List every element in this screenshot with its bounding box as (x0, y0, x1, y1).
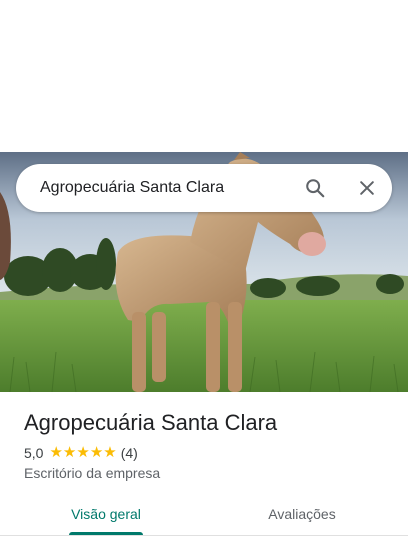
search-icon (306, 179, 325, 198)
close-icon (360, 181, 374, 195)
search-bar[interactable]: Agropecuária Santa Clara (16, 164, 392, 212)
star-icon: ★ (76, 444, 90, 461)
place-category: Escritório da empresa (24, 465, 161, 481)
tab-divider (0, 535, 408, 536)
place-title: Agropecuária Santa Clara (24, 410, 278, 435)
star-icon: ★ (89, 444, 104, 461)
star-rating: ★ ★ ★ ★ ★ (49, 445, 116, 461)
search-button[interactable] (303, 176, 327, 200)
star-icon: ★ (62, 444, 77, 461)
search-input[interactable]: Agropecuária Santa Clara (40, 164, 224, 212)
star-icon: ★ (49, 444, 63, 461)
close-button[interactable] (355, 176, 379, 200)
tab-reviews[interactable]: Avaliações (232, 500, 372, 536)
review-count[interactable]: (4) (121, 445, 138, 461)
rating-row[interactable]: 5,0 ★ ★ ★ ★ ★ (4) (24, 443, 138, 463)
star-icon: ★ (103, 444, 117, 461)
tab-overview[interactable]: Visão geral (36, 500, 176, 536)
rating-value: 5,0 (24, 445, 44, 461)
